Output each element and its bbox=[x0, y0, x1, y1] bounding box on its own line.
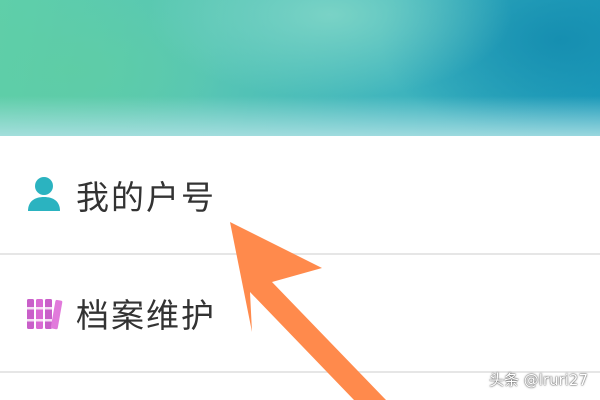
menu-item-label: 我的户号 bbox=[76, 178, 216, 217]
menu-item-my-account[interactable]: 我的户号 bbox=[0, 137, 600, 255]
app-screen: 我的户号 档案维护 头条 @lruri27 bbox=[0, 0, 600, 400]
watermark: 头条 @lruri27 bbox=[488, 371, 588, 389]
header-banner bbox=[0, 0, 600, 136]
menu-list: 我的户号 档案维护 bbox=[0, 137, 600, 373]
archive-icon bbox=[24, 293, 64, 333]
person-icon bbox=[24, 175, 64, 215]
menu-item-archive-maintenance[interactable]: 档案维护 bbox=[0, 255, 600, 373]
banner-fade bbox=[0, 96, 600, 136]
menu-item-label: 档案维护 bbox=[76, 296, 216, 335]
